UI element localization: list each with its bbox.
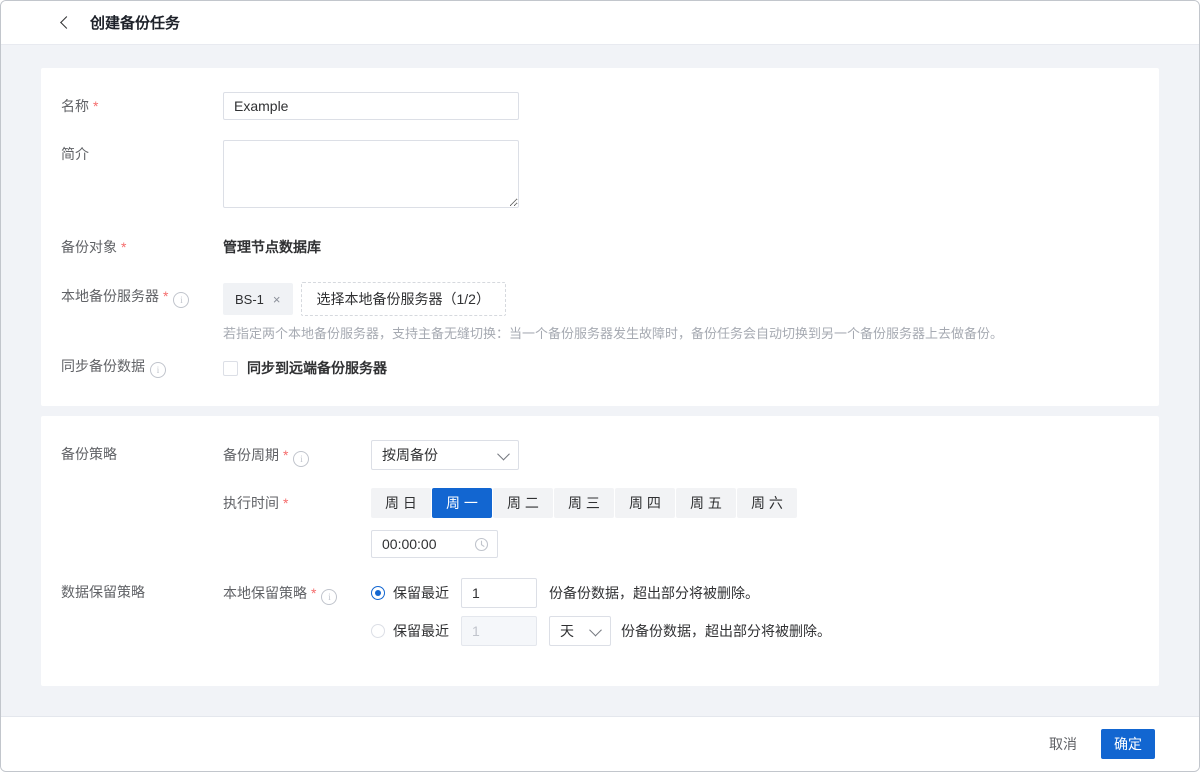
confirm-button[interactable]: 确定 — [1101, 729, 1155, 759]
required-asterisk: * — [93, 98, 98, 114]
weekday-button-3[interactable]: 周 二 — [493, 488, 553, 518]
name-input[interactable] — [223, 92, 519, 120]
backup-cycle-value: 按周备份 — [382, 445, 438, 465]
required-asterisk: * — [283, 495, 288, 511]
retention-row: 数据保留策略 本地保留策略* 保留最近 份备份数据，超出部分将被删除。 保留最近 — [61, 578, 1139, 646]
cancel-button[interactable]: 取消 — [1049, 734, 1077, 754]
by-count-prefix: 保留最近 — [393, 583, 449, 603]
name-row: 名称* — [61, 92, 1139, 120]
server-tag-label: BS-1 — [235, 292, 264, 307]
strategy-card: 备份策略 备份周期* 按周备份 执行时间* 周 日周 一周 二周 三周 — [41, 416, 1159, 686]
tag-close-icon[interactable]: × — [273, 293, 281, 306]
local-policy-label-text: 本地保留策略 — [223, 585, 307, 601]
retention-by-days-option: 保留最近 天 份备份数据，超出部分将被删除。 — [371, 616, 1139, 646]
local-server-label-text: 本地备份服务器 — [61, 288, 159, 304]
create-backup-task-page: 创建备份任务 名称* 简介 — [0, 0, 1200, 772]
spacer — [61, 488, 223, 493]
unit-select[interactable]: 天 — [549, 616, 611, 646]
info-icon[interactable] — [173, 292, 189, 308]
by-days-prefix: 保留最近 — [393, 621, 449, 641]
exec-time-label: 执行时间* — [223, 488, 371, 512]
local-server-row: 本地备份服务器* BS-1 × 选择本地备份服务器（1/2） 若指定两个本地备份… — [61, 282, 1139, 342]
time-input[interactable] — [371, 530, 498, 558]
required-asterisk: * — [163, 288, 168, 304]
by-days-suffix: 份备份数据，超出部分将被删除。 — [621, 621, 831, 641]
chevron-left-icon — [60, 16, 73, 29]
description-label: 简介 — [61, 140, 223, 163]
description-textarea[interactable] — [223, 140, 519, 208]
retention-days-input[interactable] — [461, 616, 537, 646]
by-count-suffix: 份备份数据，超出部分将被删除。 — [549, 583, 759, 603]
backup-object-value: 管理节点数据库 — [223, 233, 1139, 256]
radio-by-count[interactable] — [371, 586, 385, 600]
form-area: 名称* 简介 备份对象* 管理节点数据库 — [1, 45, 1199, 716]
description-row: 简介 — [61, 140, 1139, 211]
weekday-button-4[interactable]: 周 三 — [554, 488, 614, 518]
retention-count-input[interactable] — [461, 578, 537, 608]
weekday-button-2[interactable]: 周 一 — [432, 488, 492, 518]
backup-cycle-label: 备份周期* — [223, 440, 371, 467]
required-asterisk: * — [121, 239, 126, 255]
backup-cycle-label-text: 备份周期 — [223, 447, 279, 463]
chevron-down-icon — [497, 447, 510, 460]
local-server-label: 本地备份服务器* — [61, 282, 223, 308]
backup-object-row: 备份对象* 管理节点数据库 — [61, 233, 1139, 256]
chevron-down-icon — [589, 623, 602, 636]
local-policy-label: 本地保留策略* — [223, 578, 371, 605]
footer-bar: 取消 确定 — [1, 716, 1199, 771]
info-icon[interactable] — [150, 362, 166, 378]
info-icon[interactable] — [321, 589, 337, 605]
weekday-button-1[interactable]: 周 日 — [371, 488, 431, 518]
sync-label-text: 同步备份数据 — [61, 358, 145, 374]
weekday-button-6[interactable]: 周 五 — [676, 488, 736, 518]
required-asterisk: * — [283, 447, 288, 463]
exec-time-row: 执行时间* 周 日周 一周 二周 三周 四周 五周 六 — [61, 488, 1139, 558]
weekday-group: 周 日周 一周 二周 三周 四周 五周 六 — [371, 488, 1139, 518]
name-label-text: 名称 — [61, 98, 89, 114]
unit-select-value: 天 — [560, 621, 574, 641]
weekday-button-7[interactable]: 周 六 — [737, 488, 797, 518]
backup-cycle-row: 备份策略 备份周期* 按周备份 — [61, 440, 1139, 470]
description-label-text: 简介 — [61, 146, 89, 162]
exec-time-label-text: 执行时间 — [223, 495, 279, 511]
backup-cycle-select[interactable]: 按周备份 — [371, 440, 519, 470]
name-label: 名称* — [61, 92, 223, 115]
backup-object-label-text: 备份对象 — [61, 239, 117, 255]
server-tag: BS-1 × — [223, 283, 293, 315]
back-button[interactable] — [55, 12, 77, 34]
page-header: 创建备份任务 — [1, 1, 1199, 45]
page-title: 创建备份任务 — [90, 12, 180, 33]
radio-by-days[interactable] — [371, 624, 385, 638]
select-server-button[interactable]: 选择本地备份服务器（1/2） — [301, 282, 506, 316]
strategy-group-label: 备份策略 — [61, 440, 223, 463]
sync-row: 同步备份数据 同步到远端备份服务器 — [61, 342, 1139, 378]
sync-label: 同步备份数据 — [61, 342, 223, 378]
required-asterisk: * — [311, 585, 316, 601]
backup-object-label: 备份对象* — [61, 233, 223, 256]
server-hint-text: 若指定两个本地备份服务器，支持主备无缝切换：当一个备份服务器发生故障时，备份任务… — [223, 325, 1139, 342]
sync-checkbox-label: 同步到远端备份服务器 — [247, 358, 387, 378]
sync-checkbox[interactable] — [223, 361, 238, 376]
info-icon[interactable] — [293, 451, 309, 467]
weekday-button-5[interactable]: 周 四 — [615, 488, 675, 518]
basic-info-card: 名称* 简介 备份对象* 管理节点数据库 — [41, 68, 1159, 406]
retention-group-label: 数据保留策略 — [61, 578, 223, 601]
retention-by-count-option: 保留最近 份备份数据，超出部分将被删除。 — [371, 578, 1139, 608]
